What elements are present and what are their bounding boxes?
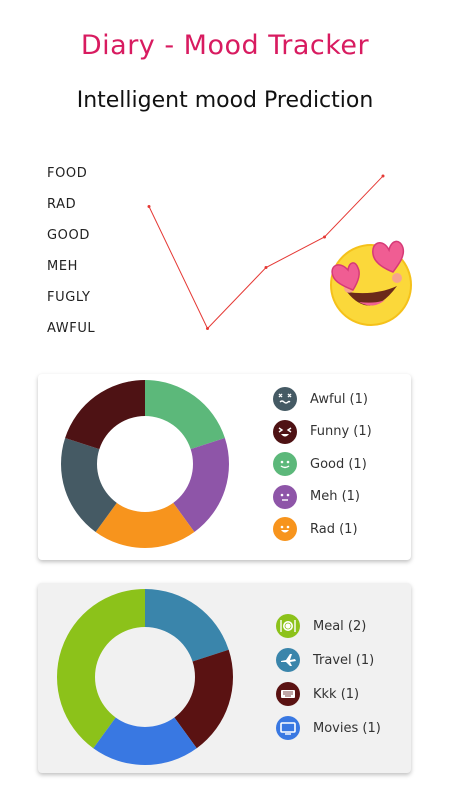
mood-data-point bbox=[381, 174, 385, 178]
legend-item[interactable]: Kkk (1) bbox=[276, 681, 359, 707]
plate-cutlery-icon bbox=[276, 614, 300, 638]
dizzy-face-icon bbox=[273, 387, 297, 411]
activity-donut-chart bbox=[57, 589, 233, 765]
legend-label: Awful (1) bbox=[310, 391, 368, 407]
legend-item[interactable]: Meh (1) bbox=[273, 484, 360, 510]
happy-face-icon bbox=[273, 517, 297, 541]
airplane-icon bbox=[276, 648, 300, 672]
legend-item[interactable]: Good (1) bbox=[273, 451, 367, 477]
legend-item[interactable]: Rad (1) bbox=[273, 516, 358, 542]
mood-data-point bbox=[147, 205, 151, 208]
donut-slice[interactable] bbox=[57, 589, 145, 749]
legend-label: Meh (1) bbox=[310, 489, 361, 504]
laughing-face-icon bbox=[273, 419, 297, 444]
neutral-face-icon bbox=[273, 484, 297, 509]
legend-item[interactable]: Travel (1) bbox=[276, 647, 374, 673]
mood-data-point bbox=[206, 327, 209, 330]
legend-label: Kkk (1) bbox=[313, 686, 360, 702]
legend-label: Movies (1) bbox=[313, 720, 381, 736]
legend-label: Rad (1) bbox=[310, 521, 358, 537]
legend-label: Meal (2) bbox=[313, 618, 367, 634]
activity-summary-card[interactable]: Meal (2) Travel (1) Kkk (1) Movies (1) bbox=[38, 583, 411, 773]
donut-slice[interactable] bbox=[145, 380, 225, 450]
mood-donut-chart bbox=[61, 380, 230, 548]
mood-data-point bbox=[264, 266, 268, 269]
legend-label: Travel (1) bbox=[313, 652, 375, 668]
donut-slice[interactable] bbox=[65, 380, 145, 450]
donut-slice[interactable] bbox=[145, 589, 229, 662]
legend-label: Funny (1) bbox=[310, 424, 372, 439]
legend-item[interactable]: Awful (1) bbox=[273, 386, 368, 412]
keyboard-icon bbox=[276, 682, 300, 706]
legend-item[interactable]: Movies (1) bbox=[276, 715, 381, 741]
legend-label: Good (1) bbox=[310, 456, 367, 472]
legend-item[interactable]: Meal (2) bbox=[276, 613, 366, 639]
legend-item[interactable]: Funny (1) bbox=[273, 419, 372, 445]
tv-icon bbox=[276, 716, 300, 740]
smiling-face-icon bbox=[273, 452, 297, 476]
mood-summary-card[interactable]: Awful (1) Funny (1) Good (1) Meh (1) Rad (1) bbox=[38, 374, 411, 560]
mood-tracker-screen: Diary - Mood Tracker Intelligent mood Pr… bbox=[0, 0, 450, 800]
heart-eyes-emoji-icon bbox=[330, 240, 412, 326]
